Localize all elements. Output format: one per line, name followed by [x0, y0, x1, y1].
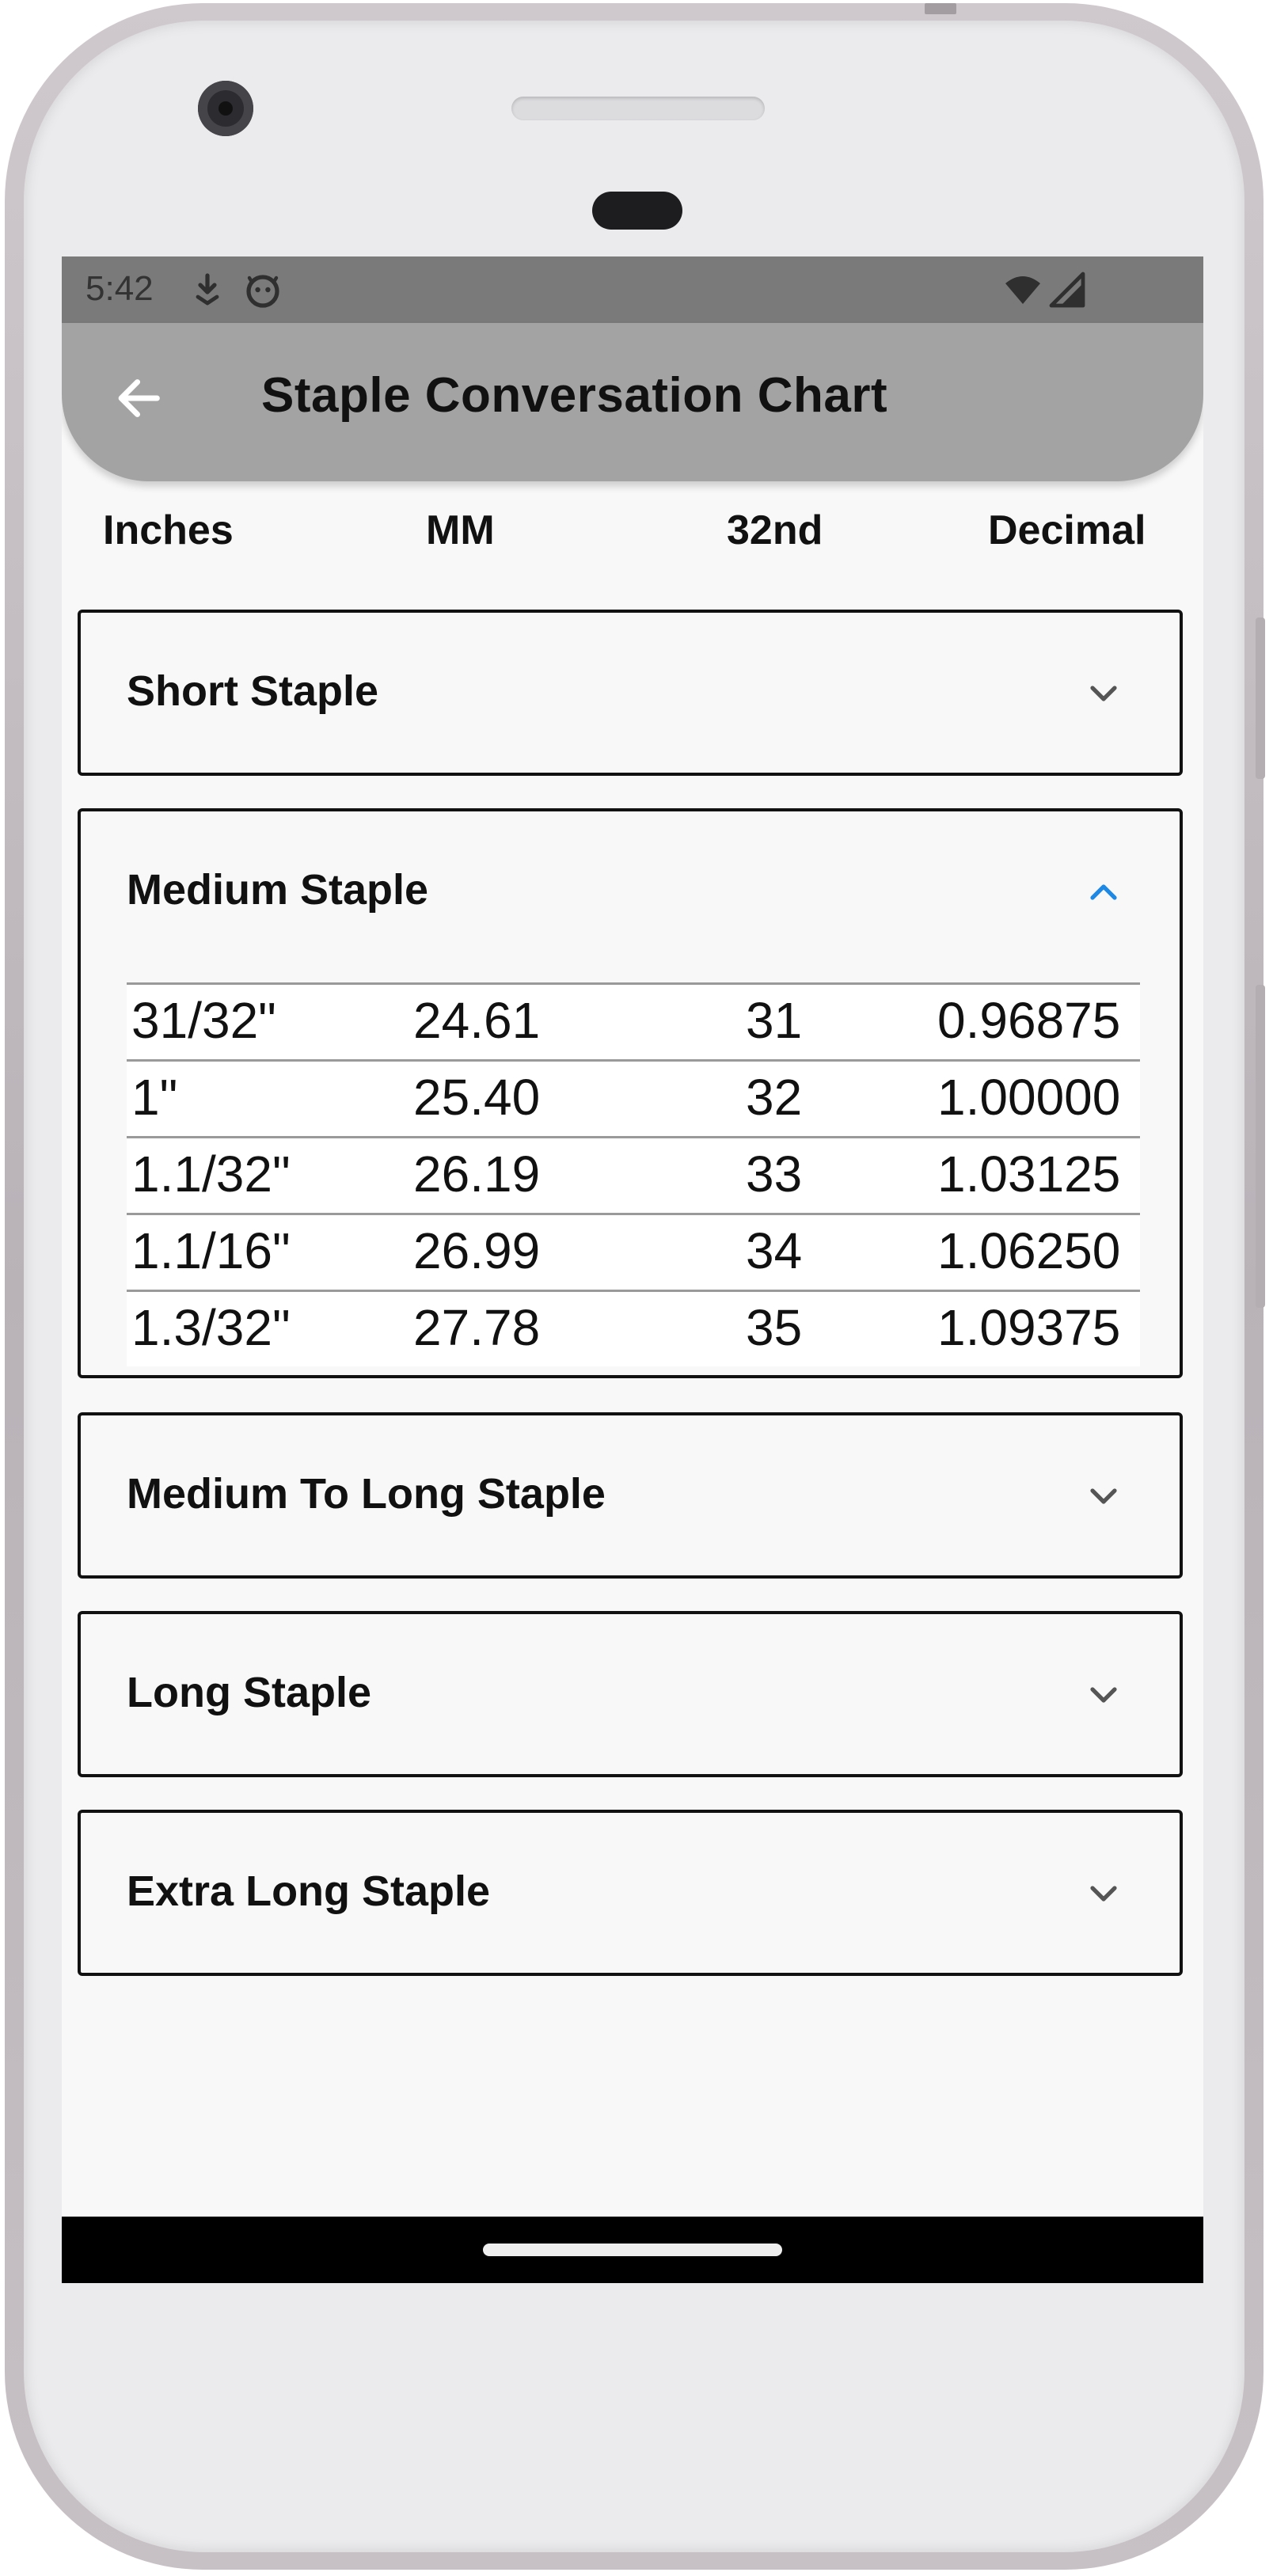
table-row: 1.1/16" 26.99 34 1.06250: [127, 1213, 1140, 1290]
cell-inches: 31/32": [131, 992, 276, 1049]
proximity-sensor: [592, 192, 682, 230]
chevron-up-icon[interactable]: [1085, 873, 1123, 911]
cell-32nd: 33: [746, 1146, 803, 1203]
column-header-mm: MM: [426, 507, 495, 553]
download-arrow-icon: [196, 273, 219, 306]
app-screen: 5:42 Staple Conversation Chart Inches MM…: [62, 256, 1203, 2283]
table-row: 31/32" 24.61 31 0.96875: [127, 982, 1140, 1059]
cell-inches: 1.1/16": [131, 1222, 291, 1279]
cell-decimal: 1.09375: [937, 1299, 1121, 1356]
cell-inches: 1.3/32": [131, 1299, 291, 1356]
panel-short-staple[interactable]: Short Staple: [78, 610, 1183, 776]
panel-extra-long-staple[interactable]: Extra Long Staple: [78, 1810, 1183, 1976]
panel-title: Extra Long Staple: [127, 1867, 491, 1915]
cell-decimal: 1.00000: [937, 1069, 1121, 1126]
home-gesture-handle[interactable]: [483, 2244, 782, 2256]
status-time: 5:42: [86, 269, 154, 308]
cell-inches: 1.1/32": [131, 1146, 291, 1203]
arrow-back-icon[interactable]: [111, 370, 166, 426]
cell-mm: 26.19: [413, 1146, 541, 1203]
cell-mm: 26.99: [413, 1222, 541, 1279]
medium-staple-table: 31/32" 24.61 31 0.96875 1" 25.40 32 1.00…: [127, 982, 1140, 1366]
panel-long-staple[interactable]: Long Staple: [78, 1611, 1183, 1777]
cell-32nd: 34: [746, 1222, 803, 1279]
column-header-decimal: Decimal: [988, 507, 1146, 553]
table-row: 1.3/32" 27.78 35 1.09375: [127, 1290, 1140, 1366]
cell-mm: 27.78: [413, 1299, 541, 1356]
app-bar: Staple Conversation Chart: [62, 323, 1203, 481]
column-header-inches: Inches: [103, 507, 234, 553]
column-header-32nd: 32nd: [727, 507, 823, 553]
panel-title: Long Staple: [127, 1669, 371, 1716]
cell-mm: 25.40: [413, 1069, 541, 1126]
navigation-bar: [62, 2217, 1203, 2283]
top-button: [925, 3, 956, 14]
chevron-down-icon[interactable]: [1085, 1875, 1123, 1913]
cell-32nd: 31: [746, 992, 803, 1049]
chevron-down-icon[interactable]: [1085, 1676, 1123, 1714]
page-title: Staple Conversation Chart: [261, 368, 888, 423]
status-bar: 5:42: [62, 256, 1203, 323]
cell-32nd: 32: [746, 1069, 803, 1126]
wifi-icon: [1005, 276, 1040, 304]
table-row: 1.1/32" 26.19 33 1.03125: [127, 1136, 1140, 1213]
cell-decimal: 1.03125: [937, 1146, 1121, 1203]
cell-32nd: 35: [746, 1299, 803, 1356]
panel-title: Short Staple: [127, 667, 379, 715]
panel-medium-to-long-staple[interactable]: Medium To Long Staple: [78, 1412, 1183, 1579]
chevron-down-icon[interactable]: [1085, 1477, 1123, 1515]
power-button: [1256, 617, 1265, 779]
panel-medium-staple[interactable]: Medium Staple 31/32" 24.61 31 0.96875 1"…: [78, 808, 1183, 1378]
earpiece-speaker: [511, 97, 765, 120]
android-face-icon: [246, 275, 279, 308]
chevron-down-icon[interactable]: [1085, 674, 1123, 712]
table-row: 1" 25.40 32 1.00000: [127, 1059, 1140, 1136]
cell-decimal: 0.96875: [937, 992, 1121, 1049]
cell-signal-icon: [1049, 272, 1085, 308]
panel-title: Medium Staple: [127, 866, 429, 914]
cell-inches: 1": [131, 1069, 178, 1126]
front-camera: [198, 81, 253, 136]
cell-mm: 24.61: [413, 992, 541, 1049]
panel-title: Medium To Long Staple: [127, 1470, 606, 1518]
cell-decimal: 1.06250: [937, 1222, 1121, 1279]
volume-button: [1256, 985, 1265, 1308]
